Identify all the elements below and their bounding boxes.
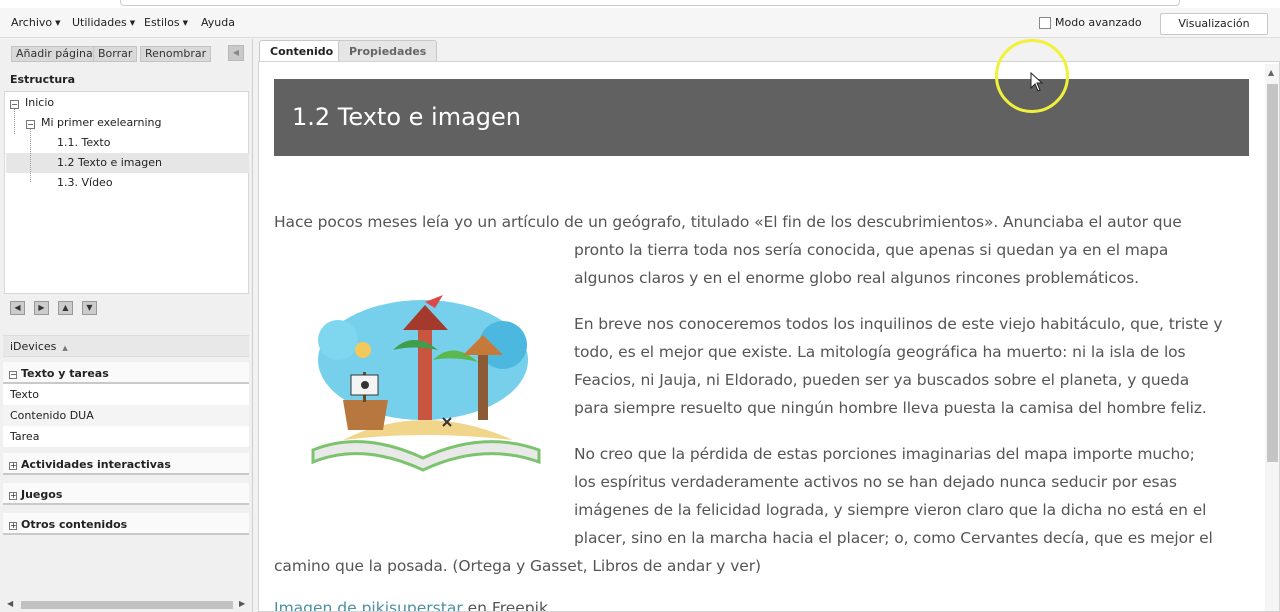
collapse-panel-icon[interactable]: ◀ (228, 45, 244, 61)
collapse-icon[interactable]: − (10, 100, 19, 109)
scroll-left-icon[interactable]: ◀ (7, 599, 13, 608)
idevice-contenido-dua[interactable]: Contenido DUA (3, 405, 249, 426)
tree-item-texto[interactable]: 1.1. Texto (57, 136, 110, 149)
delete-button[interactable]: Borrar (93, 46, 138, 62)
paragraph-line: camino que la posada. (Ortega y Gasset, … (274, 557, 761, 575)
chevron-down-icon: ▼ (182, 19, 188, 27)
advanced-mode-toggle[interactable]: Modo avanzado (1039, 16, 1142, 29)
left-panel: Añadir página Borrar Renombrar ◀ Estruct… (0, 39, 253, 612)
tree-item-video[interactable]: 1.3. Vídeo (57, 176, 113, 189)
idevice-tarea[interactable]: Tarea (3, 426, 249, 447)
paragraph-line: imágenes de la felicidad lograda, y siem… (574, 501, 1207, 519)
group-label: Otros contenidos (21, 518, 128, 531)
tree-item-label: Inicio (25, 96, 55, 109)
idevice-group-texto-tareas[interactable]: − Texto y tareas (3, 362, 249, 384)
paragraph-line: No creo que la pérdida de estas porcione… (574, 445, 1195, 463)
paragraph-line: algunos claros y en el enorme globo real… (574, 269, 1139, 287)
tree-item-mi-primer-exelearning[interactable]: − Mi primer exelearning (26, 116, 162, 129)
reorder-buttons: ◀ ▶ ▲ ▼ (4, 297, 249, 322)
collapse-icon[interactable]: − (9, 371, 17, 379)
group-label: Actividades interactivas (21, 458, 171, 471)
menu-estilos[interactable]: Estilos ▼ (144, 16, 188, 29)
content-panel: Contenido Propiedades 1.2 Texto e imagen… (254, 39, 1280, 612)
group-label: Juegos (21, 488, 63, 501)
arrow-up-icon[interactable]: ▲ (58, 301, 73, 315)
idevices-header[interactable]: iDevices ▲ (3, 335, 249, 357)
tab-propiedades[interactable]: Propiedades (338, 40, 438, 61)
rename-button[interactable]: Renombrar (140, 46, 212, 62)
idevices-title: iDevices (10, 340, 57, 353)
idevices-list: − Texto y tareas Texto Contenido DUA Tare… (3, 362, 249, 535)
paragraph-line: todo, es el mejor que existe. La mitolog… (574, 343, 1186, 361)
image-credit-link[interactable]: Imagen de pikisuperstar (274, 599, 463, 611)
paragraph-line: En breve nos conoceremos todos los inqui… (574, 315, 1223, 333)
menu-utilidades[interactable]: Utilidades ▼ (72, 16, 135, 29)
structure-tree: − Inicio − Mi primer exelearning 1.1. Text… (4, 91, 249, 294)
page-heading-banner: 1.2 Texto e imagen (274, 79, 1249, 156)
mouse-pointer-icon (1030, 72, 1044, 92)
group-label: Texto y tareas (21, 367, 109, 380)
tree-item-texto-e-imagen[interactable]: 1.2 Texto e imagen (57, 156, 162, 169)
advanced-mode-checkbox[interactable] (1039, 16, 1051, 29)
scroll-right-icon[interactable]: ▶ (239, 599, 245, 608)
scrollbar-thumb[interactable] (21, 601, 233, 609)
structure-title: Estructura (10, 73, 76, 86)
page-title: 1.2 Texto e imagen (292, 103, 522, 131)
content-area: 1.2 Texto e imagen Hace pocos meses leía… (258, 61, 1280, 612)
chevron-down-icon: ▼ (55, 19, 61, 27)
vertical-scrollbar[interactable]: ▲ (1265, 64, 1279, 611)
preview-button[interactable]: Visualización previa (1160, 13, 1268, 50)
storybook-island-illustration (311, 295, 541, 472)
idevice-group-otros[interactable]: + Otros contenidos (3, 513, 249, 535)
idevice-texto[interactable]: Texto (3, 384, 249, 405)
menu-estilos-label: Estilos (144, 16, 180, 29)
paragraph-line: Hace pocos meses leía yo un artículo de … (274, 213, 1182, 231)
tab-contenido[interactable]: Contenido (259, 40, 345, 61)
expand-icon[interactable]: + (9, 522, 17, 530)
paragraph-line: Feacios, ni Jauja, ni Eldorado, pueden s… (574, 371, 1190, 389)
menu-ayuda[interactable]: Ayuda (201, 16, 235, 29)
arrow-right-icon[interactable]: ▶ (34, 301, 49, 315)
menu-archivo-label: Archivo (11, 16, 53, 29)
tree-connector (30, 126, 31, 182)
image-credit: Imagen de pikisuperstar en Freepik (274, 599, 548, 612)
browser-tab-edge (120, 0, 1180, 6)
tree-item-inicio[interactable]: − Inicio (10, 96, 54, 109)
advanced-mode-label: Modo avanzado (1055, 16, 1142, 29)
scroll-up-icon[interactable]: ▲ (1268, 68, 1274, 77)
arrow-left-icon[interactable]: ◀ (10, 301, 25, 315)
chevron-down-icon: ▼ (129, 19, 136, 27)
horizontal-scrollbar[interactable]: ◀ ▶ (3, 599, 249, 611)
add-page-button[interactable]: Añadir página (11, 46, 98, 62)
group-gap (3, 505, 249, 513)
expand-icon[interactable]: + (9, 492, 17, 500)
paragraph-line: los espíritus verdaderamente activos no … (574, 473, 1177, 491)
image-credit-text: en Freepik (462, 599, 548, 612)
paragraph-line: para siempre resuelto que ningún hombre … (574, 399, 1207, 417)
collapse-up-icon: ▲ (62, 344, 68, 352)
paragraph-line: placer, sino en la marcha hacia el place… (574, 529, 1213, 547)
menu-utilidades-label: Utilidades (72, 16, 127, 29)
idevice-group-juegos[interactable]: + Juegos (3, 483, 249, 505)
scrollbar-thumb[interactable] (1267, 84, 1278, 462)
tree-item-label: Mi primer exelearning (41, 116, 162, 129)
menu-archivo[interactable]: Archivo ▼ (11, 16, 61, 29)
tree-connector (14, 106, 15, 134)
expand-icon[interactable]: + (9, 462, 17, 470)
group-gap (3, 475, 249, 483)
browser-top-strip (0, 0, 1280, 8)
arrow-down-icon[interactable]: ▼ (82, 301, 97, 315)
idevice-group-actividades[interactable]: + Actividades interactivas (3, 453, 249, 475)
paragraph-line: pronto la tierra toda nos sería conocida… (574, 241, 1169, 259)
menu-bar: Archivo ▼ Utilidades ▼ Estilos ▼ Ayuda Modo… (0, 8, 1280, 50)
collapse-icon[interactable]: − (26, 120, 35, 129)
